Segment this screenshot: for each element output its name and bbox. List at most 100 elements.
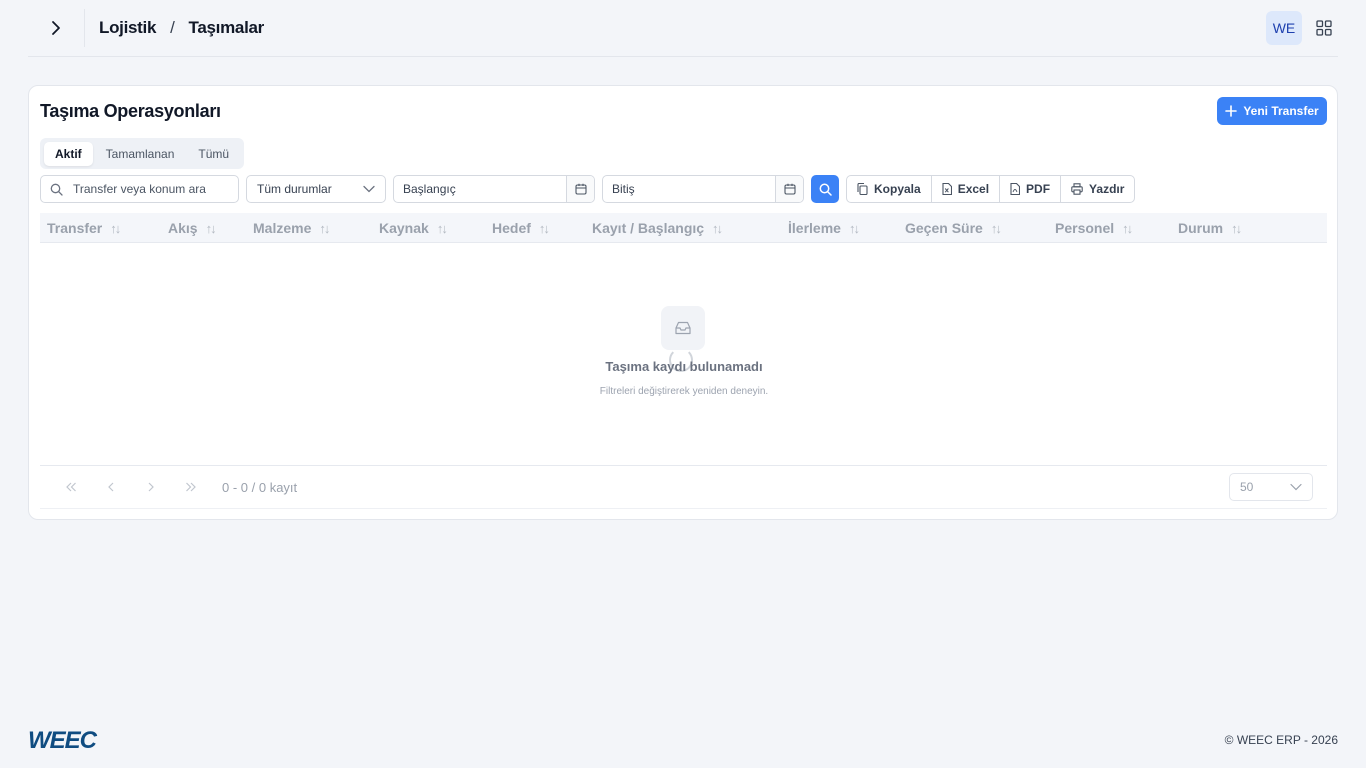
brand-logo-text: WEEC	[28, 727, 98, 751]
column-label: İlerleme	[788, 220, 841, 236]
column-header-progress[interactable]: İlerleme ↑↓	[788, 213, 860, 243]
status-select[interactable]: Tüm durumlar	[246, 175, 386, 203]
chevron-right-icon	[52, 21, 60, 35]
sort-icon: ↑↓	[1122, 220, 1133, 236]
divider	[84, 9, 85, 47]
status-tabs: Aktif Tamamlanan Tümü	[40, 138, 245, 169]
excel-file-icon	[942, 183, 952, 195]
chevron-right-icon	[148, 482, 154, 492]
column-label: Malzeme	[253, 220, 312, 236]
tab-all[interactable]: Tümü	[187, 142, 240, 166]
sort-icon: ↑↓	[436, 220, 448, 236]
new-transfer-label: Yeni Transfer	[1243, 104, 1319, 118]
excel-button[interactable]: Excel	[932, 176, 1001, 202]
page-size-value: 50	[1240, 480, 1254, 494]
plus-icon	[1225, 105, 1238, 117]
breadcrumb-current: Taşımalar	[188, 18, 265, 37]
column-label: Kayıt / Başlangıç	[592, 220, 705, 236]
brand-logo: WEEC	[28, 727, 112, 756]
sort-icon: ↑↓	[848, 220, 860, 236]
copy-label: Kopyala	[874, 182, 921, 196]
calendar-icon	[574, 183, 587, 195]
page-title: Taşıma Operasyonları	[40, 101, 221, 121]
user-avatar[interactable]: WE	[1266, 11, 1302, 45]
search-icon	[819, 183, 832, 196]
first-page-button[interactable]	[51, 472, 91, 502]
next-page-button[interactable]	[131, 472, 171, 502]
inbox-icon	[675, 321, 691, 335]
copy-icon	[857, 183, 868, 195]
column-header-target[interactable]: Hedef ↑↓	[492, 213, 550, 243]
column-header-flow[interactable]: Akış ↑↓	[168, 213, 217, 243]
column-label: Personel	[1055, 220, 1115, 236]
search-input[interactable]	[73, 182, 223, 196]
sort-icon: ↑↓	[205, 220, 217, 236]
print-label: Yazdır	[1089, 182, 1125, 196]
pagination-info: 0 - 0 / 0 kayıt	[222, 479, 298, 495]
chevron-left-icon	[108, 482, 114, 492]
start-date-input[interactable]	[394, 176, 566, 202]
copyright: © WEEC ERP - 2026	[1224, 733, 1338, 747]
grid-icon	[1316, 20, 1332, 36]
tab-completed[interactable]: Tamamlanan	[95, 142, 186, 166]
chevron-down-icon	[363, 185, 375, 193]
empty-icon-box	[661, 306, 705, 350]
pdf-button[interactable]: PDF	[1000, 176, 1062, 202]
double-chevron-left-icon	[66, 482, 76, 492]
end-date-input[interactable]	[603, 176, 775, 202]
column-label: Transfer	[47, 220, 103, 236]
column-label: Geçen Süre	[905, 220, 983, 236]
last-page-button[interactable]	[171, 472, 211, 502]
end-date-calendar-button[interactable]	[775, 176, 803, 202]
column-header-personnel[interactable]: Personel ↑↓	[1055, 213, 1133, 243]
sort-icon: ↑↓	[1231, 220, 1242, 236]
chevron-down-icon	[1290, 483, 1302, 491]
column-label: Hedef	[492, 220, 531, 236]
column-label: Durum	[1178, 220, 1224, 236]
operations-card: Taşıma Operasyonları Yeni Transfer Aktif…	[28, 85, 1338, 520]
empty-state-subtitle: Filtreleri değiştirerek yeniden deneyin.	[599, 386, 769, 397]
print-button[interactable]: Yazdır	[1061, 176, 1134, 202]
search-box	[40, 175, 239, 203]
double-chevron-right-icon	[186, 482, 196, 492]
column-header-status[interactable]: Durum ↑↓	[1178, 213, 1242, 243]
printer-icon	[1071, 183, 1083, 195]
sidebar-expand-button[interactable]	[28, 0, 84, 57]
column-header-record-start[interactable]: Kayıt / Başlangıç ↑↓	[592, 213, 723, 243]
sort-icon: ↑↓	[538, 220, 550, 236]
tab-active[interactable]: Aktif	[44, 141, 93, 166]
column-header-transfer[interactable]: Transfer ↑↓	[47, 213, 121, 243]
pagination: 0 - 0 / 0 kayıt 50	[40, 465, 1327, 509]
column-header-source[interactable]: Kaynak ↑↓	[379, 213, 448, 243]
empty-state-title: Taşıma kaydı bulunamadı	[605, 359, 763, 374]
prev-page-button[interactable]	[91, 472, 131, 502]
pdf-file-icon	[1010, 183, 1021, 195]
sort-icon: ↑↓	[712, 220, 723, 236]
table-header: Transfer ↑↓ Akış ↑↓ Malzeme ↑↓ Kaynak ↑↓ Hed…	[40, 213, 1327, 243]
new-transfer-button[interactable]: Yeni Transfer	[1217, 97, 1327, 125]
export-buttons: Kopyala Excel PDF Yazdır	[846, 175, 1136, 203]
excel-label: Excel	[957, 182, 990, 196]
page-size-select[interactable]: 50	[1229, 473, 1313, 501]
sort-icon: ↑↓	[110, 220, 121, 236]
end-date-field	[602, 175, 804, 203]
search-button[interactable]	[811, 175, 839, 203]
status-select-value: Tüm durumlar	[257, 182, 332, 196]
column-header-elapsed[interactable]: Geçen Süre ↑↓	[905, 213, 1002, 243]
top-bar: Lojistik / Taşımalar WE	[28, 0, 1338, 57]
column-label: Akış	[168, 220, 198, 236]
apps-grid-button[interactable]	[1310, 14, 1338, 42]
copy-button[interactable]: Kopyala	[847, 176, 932, 202]
column-label: Kaynak	[379, 220, 429, 236]
search-icon	[50, 183, 63, 196]
filter-bar: Tüm durumlar Kopyala Excel	[40, 175, 1136, 203]
calendar-icon	[783, 183, 796, 195]
breadcrumb: Lojistik / Taşımalar	[99, 18, 264, 38]
start-date-calendar-button[interactable]	[566, 176, 594, 202]
breadcrumb-parent[interactable]: Lojistik	[99, 18, 156, 38]
start-date-field	[393, 175, 595, 203]
sort-icon: ↑↓	[319, 220, 330, 236]
sort-icon: ↑↓	[990, 220, 1002, 236]
column-header-material[interactable]: Malzeme ↑↓	[253, 213, 330, 243]
weec-logo-icon: WEEC	[28, 727, 99, 754]
